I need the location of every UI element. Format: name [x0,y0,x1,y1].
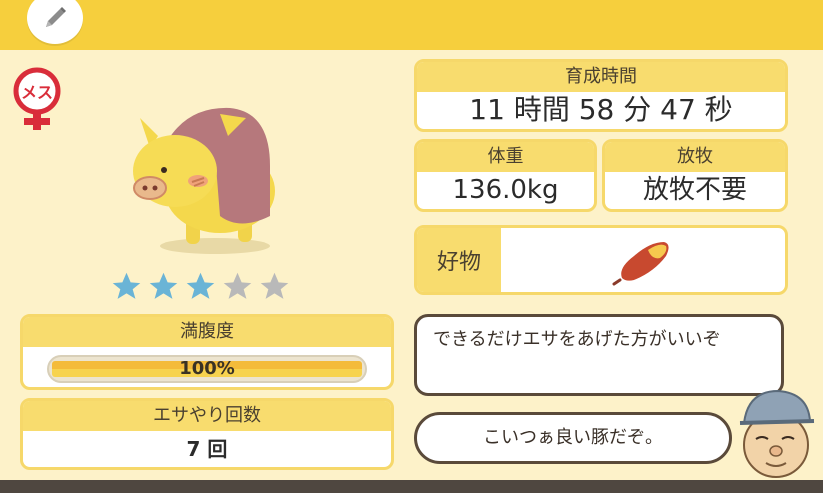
header-bar [0,0,823,50]
advice-speech-bubble: できるだけエサをあげた方がいいぞ [414,314,784,396]
grazing-box: 放牧 放牧不要 [602,139,788,212]
star-empty-icon [223,272,252,299]
growth-time-value: 11 時間 58 分 47 秒 [469,93,733,126]
growth-time-box: 育成時間 11 時間 58 分 47 秒 [414,59,788,132]
fullness-label: 満腹度 [23,317,391,347]
rating-stars [110,270,291,303]
gender-badge: メス [10,66,64,132]
feed-count-value: 7 回 [186,437,228,461]
gender-label: メス [20,83,53,102]
favorite-label: 好物 [417,228,501,292]
weight-value: 136.0kg [452,175,559,205]
feed-count-box: エサやり回数 7 回 [20,398,394,470]
comment-speech-bubble: こいつぁ良い豚だぞ。 [414,412,732,464]
favorite-item [501,228,785,292]
farmer-avatar [739,389,815,478]
advice-text: できるだけエサをあげた方がいいぞ [433,329,721,350]
star-filled-icon [149,272,178,299]
star-empty-icon [260,272,289,299]
pig-character [133,107,275,254]
weight-box: 体重 136.0kg [414,139,597,212]
grazing-value: 放牧不要 [642,175,747,205]
fullness-box: 満腹度 100% [20,314,394,390]
bottom-edge [0,480,823,493]
fullness-value: 100% [179,358,235,379]
growth-time-label: 育成時間 [417,62,785,92]
grazing-label: 放牧 [605,142,785,172]
fullness-bar: 100% [47,355,367,383]
pencil-icon [46,7,66,27]
weight-label: 体重 [417,142,594,172]
sweet-potato-icon [612,242,669,286]
star-filled-icon [186,272,215,299]
star-filled-icon [112,272,141,299]
comment-text: こいつぁ良い豚だぞ。 [483,427,663,448]
favorite-food-box: 好物 [414,225,788,295]
feed-count-label: エサやり回数 [23,401,391,431]
